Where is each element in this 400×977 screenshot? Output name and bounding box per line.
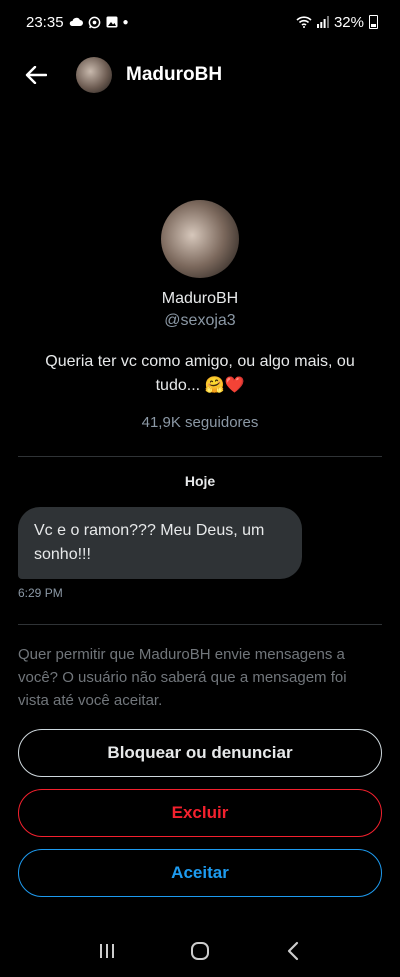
message-bubble[interactable]: Vc e o ramon??? Meu Deus, um sonho!!! xyxy=(18,507,302,579)
cloud-icon xyxy=(69,17,83,26)
battery-icon xyxy=(369,15,378,29)
profile-avatar[interactable] xyxy=(161,200,239,278)
gallery-icon xyxy=(106,16,118,28)
status-right: 32% xyxy=(296,14,378,31)
profile-handle: @sexoja3 xyxy=(164,312,236,329)
whatsapp-icon xyxy=(88,16,100,28)
divider xyxy=(18,456,382,457)
system-nav-bar xyxy=(0,925,400,977)
status-time: 23:35 xyxy=(26,13,64,31)
back-nav-icon xyxy=(288,941,299,961)
recents-icon xyxy=(99,944,114,958)
back-button[interactable] xyxy=(24,63,48,87)
recents-button[interactable] xyxy=(87,931,127,971)
block-report-button[interactable]: Bloquear ou denunciar xyxy=(18,729,382,777)
message-request-prompt: Quer permitir que MaduroBH envie mensage… xyxy=(18,646,347,709)
home-icon xyxy=(190,942,209,960)
back-nav-button[interactable] xyxy=(273,931,313,971)
status-left: 23:35 ● xyxy=(26,14,129,31)
date-separator: Hoje xyxy=(184,473,216,489)
header-name[interactable]: MaduroBH xyxy=(126,64,222,86)
dot-icon: ● xyxy=(122,16,129,28)
delete-button[interactable]: Excluir xyxy=(18,789,382,837)
divider xyxy=(18,624,382,625)
conversation-header: MaduroBH xyxy=(0,50,400,100)
header-avatar[interactable] xyxy=(76,57,112,93)
profile-followers[interactable]: 41,9K seguidores xyxy=(0,414,400,431)
signal-icon xyxy=(316,16,329,28)
profile-card: MaduroBH @sexoja3 Queria ter vc como ami… xyxy=(0,200,400,431)
profile-name[interactable]: MaduroBH xyxy=(0,290,400,308)
battery-percent: 32% xyxy=(333,13,364,31)
message-time: 6:29 PM xyxy=(18,586,63,600)
profile-bio: Queria ter vc como amigo, ou algo mais, … xyxy=(45,353,355,394)
wifi-icon xyxy=(296,16,312,28)
status-bar: 23:35 ● 32% xyxy=(0,0,400,44)
accept-button[interactable]: Aceitar xyxy=(18,849,382,897)
arrow-left-icon xyxy=(25,66,47,84)
home-button[interactable] xyxy=(180,931,220,971)
